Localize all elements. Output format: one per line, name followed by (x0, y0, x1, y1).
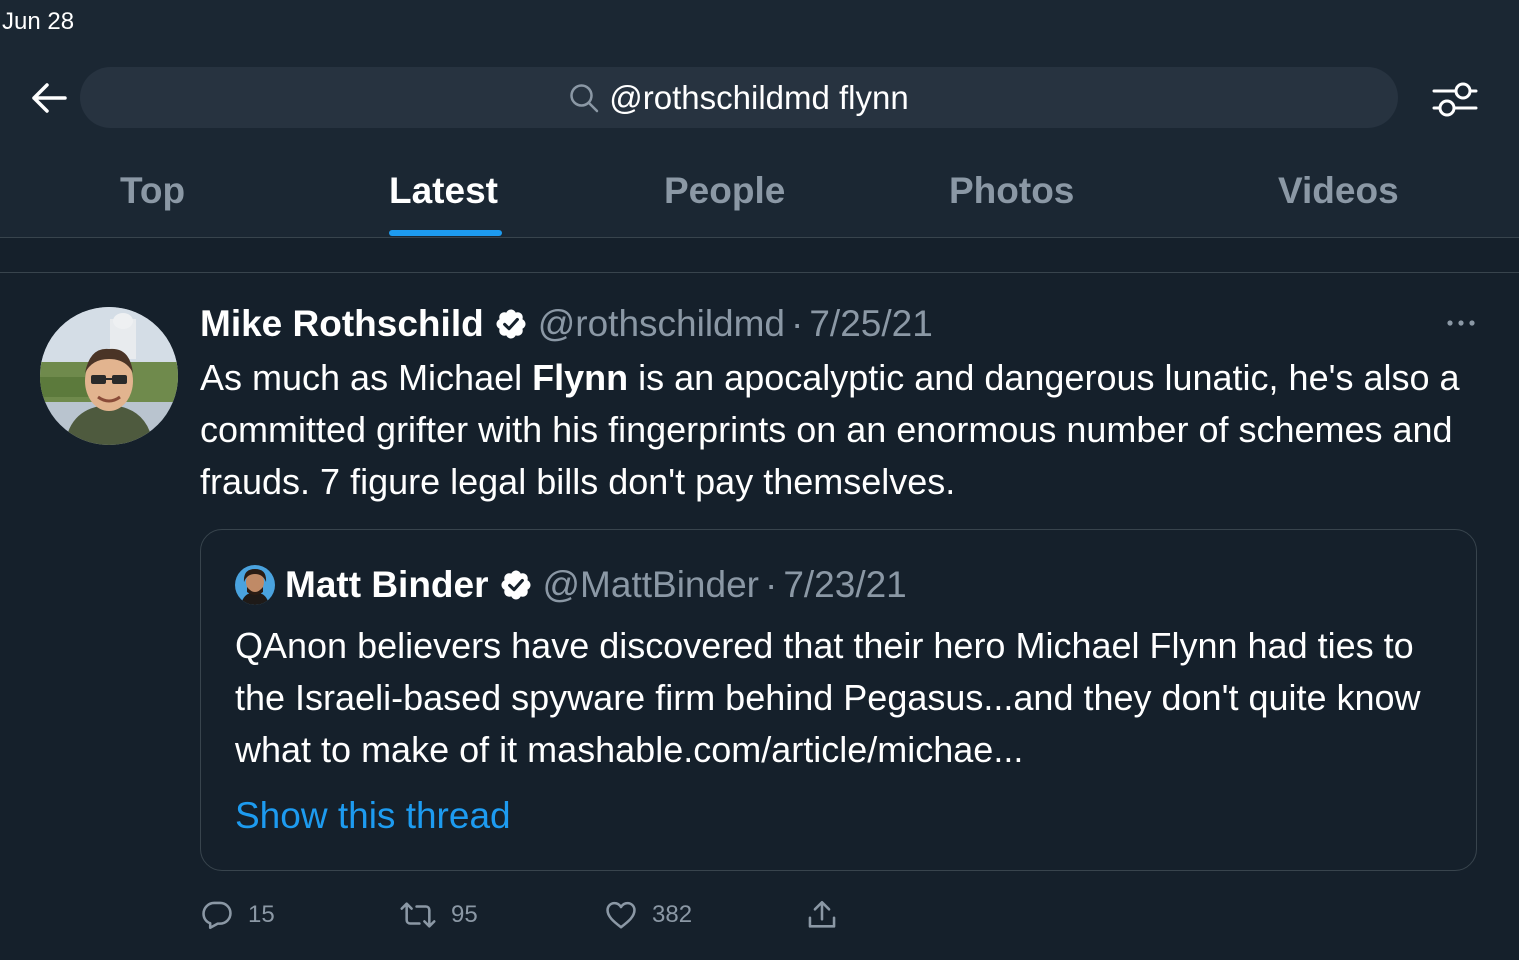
verified-badge (499, 568, 533, 602)
search-header: Jun 28 @rothschildmd flynn Top Latest Pe… (0, 0, 1519, 238)
quoted-author-name[interactable]: Matt Binder (285, 564, 489, 606)
active-tab-indicator (389, 230, 502, 236)
tweet-date[interactable]: 7/25/21 (809, 303, 932, 345)
quoted-tweet-date: 7/23/21 (783, 564, 907, 605)
more-options-button[interactable] (1440, 308, 1482, 338)
back-arrow-icon (32, 83, 67, 113)
verified-badge-icon (500, 570, 531, 600)
like-icon (606, 901, 636, 929)
meta-separator: · (764, 564, 778, 605)
meta-separator: · (791, 303, 804, 344)
filter-icon (1432, 82, 1478, 117)
back-button[interactable] (26, 76, 72, 120)
author-name[interactable]: Mike Rothschild (200, 303, 484, 345)
retweet-count: 95 (451, 901, 478, 928)
search-filter-button[interactable] (1428, 74, 1482, 124)
status-bar-time: Jun 28 (2, 8, 75, 35)
tab-videos[interactable]: Videos (1278, 170, 1399, 212)
tab-people[interactable]: People (664, 170, 785, 212)
retweet-icon (400, 902, 436, 928)
like-button[interactable]: 382 (604, 894, 692, 936)
search-term-highlight: Flynn (532, 357, 629, 398)
reply-count: 15 (248, 901, 275, 928)
tweet-text: As much as Michael Flynn is an apocalypt… (200, 352, 1470, 508)
reply-icon (202, 901, 232, 930)
verified-badge (494, 307, 528, 341)
quoted-avatar-photo (235, 565, 275, 605)
tweet-header: Mike Rothschild @rothschildmd · 7/25/21 (200, 300, 933, 348)
show-thread-link[interactable]: Show this thread (235, 795, 511, 837)
quoted-tweet-text: QAnon believers have discovered that the… (235, 625, 1421, 770)
reply-button[interactable]: 15 (200, 894, 275, 936)
tab-latest[interactable]: Latest (389, 170, 498, 212)
search-query[interactable]: @rothschildmd flynn (609, 79, 908, 117)
author-handle[interactable]: @rothschildmd (538, 303, 785, 345)
divider (0, 272, 1519, 273)
search-icon (570, 83, 599, 112)
avatar[interactable] (40, 307, 178, 445)
quoted-avatar (235, 565, 275, 605)
quoted-tweet[interactable]: Matt Binder @MattBinder · 7/23/21 QAnon … (200, 529, 1477, 871)
avatar-photo (40, 307, 178, 445)
tweet-text-part: As much as Michael (200, 357, 533, 398)
like-count: 382 (652, 901, 693, 928)
verified-badge-icon (496, 309, 526, 339)
share-icon (808, 900, 836, 928)
more-icon (1447, 320, 1475, 326)
share-button[interactable] (805, 894, 839, 936)
tab-photos[interactable]: Photos (949, 170, 1074, 212)
retweet-button[interactable]: 95 (399, 894, 478, 936)
quoted-author-handle[interactable]: @MattBinder (543, 564, 759, 606)
quoted-tweet-header: Matt Binder @MattBinder · 7/23/21 (235, 562, 907, 608)
tab-top[interactable]: Top (120, 170, 185, 212)
search-bar[interactable]: @rothschildmd flynn (80, 67, 1398, 128)
